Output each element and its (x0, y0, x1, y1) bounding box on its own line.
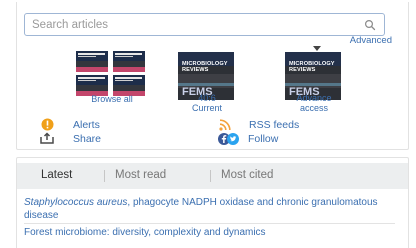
article-divider (24, 223, 395, 224)
search-icon[interactable] (364, 19, 376, 31)
tab-divider (210, 170, 211, 182)
rss-feeds-link[interactable]: RSS feeds (249, 119, 299, 131)
alerts-link[interactable]: Alerts (73, 119, 100, 131)
small-cover-thumbnail (113, 75, 145, 96)
cover-title: MICROBIOLOGY REVIEWS (289, 61, 335, 73)
browse-all-covers[interactable] (76, 51, 149, 96)
advanced-search-link[interactable]: Advanced (350, 35, 392, 46)
rss-icon (219, 119, 231, 131)
article-tabs: Latest Most read Most cited (17, 163, 408, 189)
share-icon (40, 132, 54, 144)
article-link[interactable]: Staphylococcus aureus, phagocyte NADPH o… (24, 197, 394, 222)
small-cover-thumbnail (76, 75, 108, 96)
small-cover-thumbnail (76, 51, 108, 72)
tab-most-read[interactable]: Most read (115, 169, 166, 181)
search-input[interactable] (32, 17, 352, 32)
small-cover-thumbnail (113, 51, 145, 72)
browse-all-link[interactable]: Browse all (74, 94, 150, 104)
alert-icon (41, 118, 54, 131)
cover-title: MICROBIOLOGY REVIEWS (182, 61, 228, 73)
search-box[interactable] (24, 13, 385, 36)
tab-divider (104, 170, 105, 182)
advance-access-link[interactable]: Advance access (286, 93, 342, 113)
tab-most-cited[interactable]: Most cited (221, 169, 273, 181)
follow-link[interactable]: Follow (248, 133, 278, 145)
share-link[interactable]: Share (73, 133, 101, 145)
twitter-icon (227, 133, 239, 145)
caret-down-icon (313, 46, 321, 51)
current-issue-link[interactable]: 40:6 Current (180, 93, 234, 113)
article-link[interactable]: Forest microbiome: diversity, complexity… (24, 227, 394, 240)
tab-latest[interactable]: Latest (41, 169, 72, 181)
